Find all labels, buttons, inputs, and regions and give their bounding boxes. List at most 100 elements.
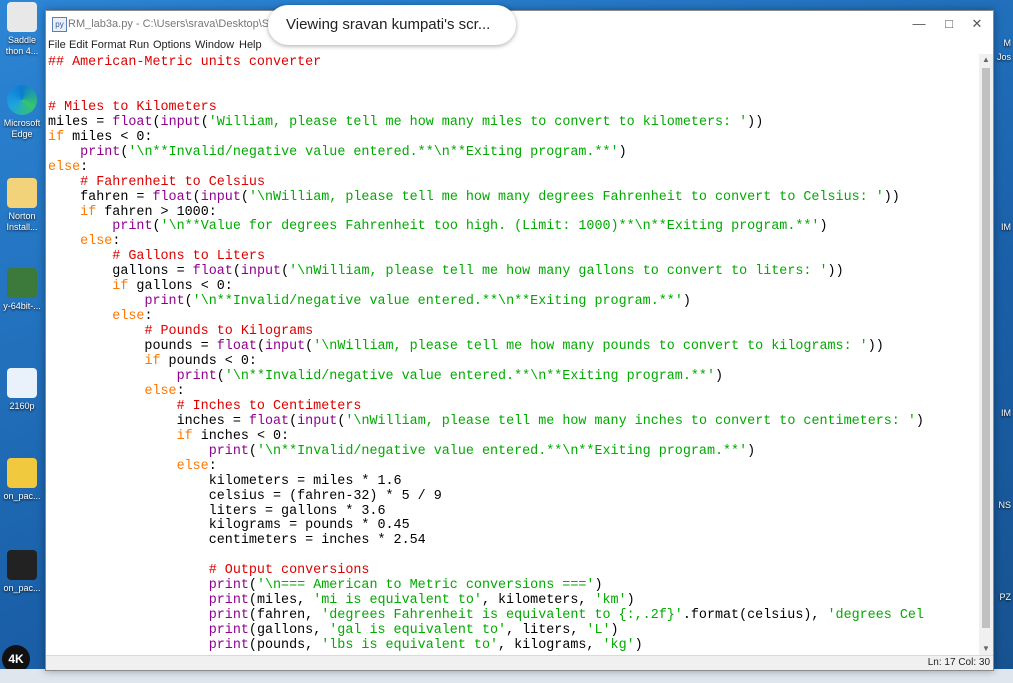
code-line[interactable]: if inches < 0: <box>48 428 290 444</box>
menu-format[interactable]: Format <box>91 39 126 51</box>
code-line[interactable]: fahren = float(input('\nWilliam, please … <box>48 190 900 205</box>
code-line[interactable]: # Inches to Centimeters <box>48 399 362 414</box>
zip-folder-icon <box>7 550 37 580</box>
screen-share-text: Viewing sravan kumpati's scr... <box>286 16 491 33</box>
code-token: (miles, <box>248 593 314 609</box>
code-token: float <box>248 413 290 429</box>
code-line[interactable]: if miles < 0: <box>48 130 152 145</box>
code-token: 'km' <box>594 593 627 609</box>
code-line[interactable]: print('\n=== American to Metric conversi… <box>48 578 603 593</box>
code-token: ( <box>305 339 314 355</box>
code-line[interactable]: print('\n**Invalid/negative value entere… <box>48 145 626 160</box>
code-line[interactable]: # Fahrenheit to Celsius <box>48 175 265 190</box>
code-line[interactable]: if fahren > 1000: <box>48 205 217 220</box>
scroll-up-icon[interactable]: ▲ <box>979 54 993 66</box>
code-line[interactable]: else: <box>48 234 120 249</box>
code-line[interactable]: print(pounds, 'lbs is equivalent to', ki… <box>48 638 643 653</box>
code-token: , kilometers, <box>481 593 595 609</box>
code-line[interactable]: # Pounds to Kilograms <box>48 324 313 339</box>
code-line[interactable]: else: <box>48 459 217 474</box>
menu-run[interactable]: Run <box>129 39 149 51</box>
edge-icon <box>7 85 37 115</box>
desktop-right-label: IM <box>1001 222 1011 232</box>
code-token: , kilograms, <box>498 638 603 654</box>
scroll-thumb[interactable] <box>982 68 990 628</box>
code-line[interactable]: else: <box>48 160 88 175</box>
desktop-shortcut-zip-1[interactable]: on_pac... <box>0 458 44 502</box>
code-line[interactable]: kilometers = miles * 1.6 <box>48 474 402 489</box>
desktop-shortcut-video[interactable]: 2160p <box>0 368 44 412</box>
code-line[interactable]: pounds = float(input('\nWilliam, please … <box>48 339 883 355</box>
code-line[interactable]: print(fahren, 'degrees Fahrenheit is equ… <box>48 608 924 623</box>
code-token: input <box>297 413 338 429</box>
code-token: : <box>80 159 89 175</box>
screen-share-banner[interactable]: Viewing sravan kumpati's scr... <box>268 5 516 45</box>
code-line[interactable]: # Output conversions <box>48 563 370 578</box>
menu-options[interactable]: Options <box>153 39 191 51</box>
code-line[interactable]: print(miles, 'mi is equivalent to', kilo… <box>48 593 635 608</box>
menu-file[interactable]: File <box>48 39 66 51</box>
menu-window[interactable]: Window <box>195 39 234 51</box>
code-token: )) <box>827 264 844 280</box>
window-title: RM_lab3a.py - C:\Users\srava\Desktop\Sra… <box>68 18 273 30</box>
code-line[interactable]: liters = gallons * 3.6 <box>48 504 386 519</box>
desktop-shortcut-edge[interactable]: Microsoft Edge <box>0 85 44 140</box>
code-line[interactable]: print('\n**Value for degrees Fahrenheit … <box>48 219 828 235</box>
code-line[interactable]: # Miles to Kilometers <box>48 100 217 115</box>
code-token: fahren > 1000: <box>96 204 217 220</box>
title-bar[interactable]: py RM_lab3a.py - C:\Users\srava\Desktop\… <box>46 11 993 38</box>
code-line[interactable]: gallons = float(input('\nWilliam, please… <box>48 264 844 280</box>
code-line[interactable]: inches = float(input('\nWilliam, please … <box>48 414 924 429</box>
code-token: inches < 0: <box>192 428 290 444</box>
code-line[interactable]: kilograms = pounds * 0.45 <box>48 518 410 533</box>
menu-edit[interactable]: Edit <box>69 39 88 51</box>
code-line[interactable]: print(gallons, 'gal is equivalent to', l… <box>48 623 619 638</box>
code-line[interactable]: miles = float(input('William, please tel… <box>48 115 763 130</box>
code-token: print <box>176 368 217 384</box>
code-line[interactable]: ## American-Metric units converter <box>48 55 321 70</box>
code-editor[interactable]: ## American-Metric units converter # Mile… <box>48 54 977 655</box>
installer-icon <box>7 268 37 298</box>
desktop-shortcut-zip-2[interactable]: on_pac... <box>0 550 44 594</box>
code-line[interactable]: print('\n**Invalid/negative value entere… <box>48 444 755 459</box>
scroll-down-icon[interactable]: ▼ <box>979 643 993 655</box>
minimize-icon[interactable]: — <box>905 14 933 34</box>
desktop-shortcut-label: y-64bit-... <box>3 301 41 311</box>
code-token: inches = <box>48 413 249 429</box>
code-line[interactable]: if gallons < 0: <box>48 279 233 294</box>
code-line[interactable]: else: <box>48 384 184 399</box>
file-icon <box>7 2 37 32</box>
vertical-scrollbar[interactable]: ▲ ▼ <box>979 54 993 655</box>
code-line[interactable]: if pounds < 0: <box>48 354 257 369</box>
code-token: 'L' <box>586 623 611 639</box>
desktop-shortcut-saddle[interactable]: Saddle thon 4... <box>0 2 44 57</box>
code-line[interactable]: # Gallons to Liters <box>48 249 265 264</box>
code-token: print <box>208 623 249 639</box>
code-line[interactable]: centimeters = inches * 2.54 <box>48 533 426 548</box>
desktop-shortcut-norton[interactable]: Norton Install... <box>0 178 44 233</box>
code-line[interactable]: print('\n**Invalid/negative value entere… <box>48 369 723 384</box>
code-token: (pounds, <box>248 638 322 654</box>
code-line[interactable]: print('\n**Invalid/negative value entere… <box>48 294 690 309</box>
code-token: ( <box>232 264 241 280</box>
code-token: ) <box>819 219 828 235</box>
code-line[interactable]: celsius = (fahren-32) * 5 / 9 <box>48 489 442 504</box>
menu-help[interactable]: Help <box>239 39 262 51</box>
maximize-icon[interactable]: □ <box>935 14 963 34</box>
code-line[interactable]: else: <box>48 309 152 324</box>
desktop-shortcut-installer[interactable]: y-64bit-... <box>0 268 44 312</box>
desktop-shortcut-label: on_pac... <box>3 583 41 593</box>
close-icon[interactable]: ✕ <box>963 14 991 34</box>
idle-editor-window: py RM_lab3a.py - C:\Users\srava\Desktop\… <box>45 10 994 671</box>
code-token: ( <box>152 114 161 130</box>
desktop-right-label: M <box>1003 38 1012 48</box>
